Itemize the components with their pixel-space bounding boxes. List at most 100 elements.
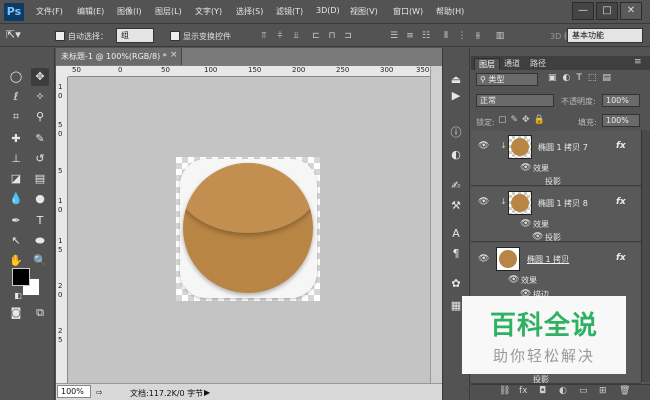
document-tab[interactable]: 未标题-1 @ 100%(RGB/8) * bbox=[56, 48, 182, 65]
visibility-eye-icon[interactable]: 👁 bbox=[478, 197, 489, 207]
fx-icon[interactable]: fx bbox=[616, 141, 626, 151]
layer-name[interactable]: 椭圆 1 拷贝 bbox=[527, 254, 569, 265]
foreground-color-swatch[interactable] bbox=[12, 268, 30, 286]
new-group-icon[interactable]: ▭ bbox=[579, 386, 588, 396]
align-right-icon[interactable]: ⊐ bbox=[342, 30, 354, 42]
lasso-tool-icon[interactable]: ℓ bbox=[7, 88, 25, 106]
crop-tool-icon[interactable]: ⌗ bbox=[7, 108, 25, 126]
fx-icon[interactable]: fx bbox=[616, 197, 626, 207]
status-arrow-icon[interactable]: ▶ bbox=[204, 388, 210, 397]
brush-tool-icon[interactable]: ✎ bbox=[31, 130, 49, 148]
fill-input[interactable]: 100% bbox=[602, 114, 640, 127]
panel-menu-icon[interactable]: ≡ bbox=[634, 57, 642, 67]
link-layers-icon[interactable]: ⛓ bbox=[499, 386, 510, 396]
tab-channels[interactable]: 通道 bbox=[500, 58, 524, 70]
add-mask-icon[interactable]: ◘ bbox=[539, 386, 546, 396]
visibility-eye-icon[interactable]: 👁 bbox=[478, 254, 489, 264]
zoom-level-input[interactable]: 100% bbox=[57, 385, 91, 398]
tab-paths[interactable]: 路径 bbox=[526, 58, 550, 70]
lock-icons[interactable]: ▢✎✥🔒 bbox=[498, 115, 549, 125]
auto-align-icon[interactable]: ▥ bbox=[494, 30, 506, 42]
gradient-tool-icon[interactable]: ▤ bbox=[31, 170, 49, 188]
info-panel-icon[interactable]: ⓘ bbox=[448, 125, 464, 141]
status-menu-icon[interactable]: ⇨ bbox=[96, 388, 103, 397]
visibility-eye-icon[interactable]: 👁 bbox=[508, 275, 519, 285]
minimize-button[interactable]: — bbox=[572, 2, 594, 20]
screen-mode-icon[interactable]: ⧉ bbox=[31, 304, 49, 322]
brush-panel-icon[interactable]: ✍ bbox=[448, 178, 464, 194]
align-left-icon[interactable]: ⊏ bbox=[310, 30, 322, 42]
align-bottom-icon[interactable]: ⫫ bbox=[290, 30, 302, 42]
menu-image[interactable]: 图像(I) bbox=[117, 6, 142, 17]
type-tool-icon[interactable]: T bbox=[31, 212, 49, 230]
history-brush-tool-icon[interactable]: ↺ bbox=[31, 150, 49, 168]
menu-filter[interactable]: 滤镜(T) bbox=[276, 6, 303, 17]
tool-presets-icon[interactable]: ⚒ bbox=[448, 198, 464, 214]
new-layer-icon[interactable]: ⊞ bbox=[599, 386, 607, 396]
path-selection-tool-icon[interactable]: ↖ bbox=[7, 232, 25, 250]
auto-select-dropdown[interactable]: 组 bbox=[116, 28, 154, 43]
align-hcenter-icon[interactable]: ⊓ bbox=[326, 30, 338, 42]
blur-tool-icon[interactable]: 💧 bbox=[7, 190, 25, 208]
layer-name[interactable]: 椭圆 1 拷贝 8 bbox=[538, 198, 588, 209]
distribute-top-icon[interactable]: ☰ bbox=[388, 30, 400, 42]
restore-button[interactable]: □ bbox=[596, 2, 618, 20]
paragraph-panel-icon[interactable]: ¶ bbox=[448, 246, 464, 262]
default-colors-icon[interactable]: ◧ bbox=[9, 287, 27, 305]
ellipse-tool-icon[interactable]: ⬬ bbox=[31, 232, 49, 250]
layers-scrollbar[interactable] bbox=[641, 130, 650, 382]
distribute-right-icon[interactable]: ⫵ bbox=[472, 30, 484, 42]
pen-tool-icon[interactable]: ✒ bbox=[7, 212, 25, 230]
menu-view[interactable]: 视图(V) bbox=[350, 6, 378, 17]
menu-type[interactable]: 文字(Y) bbox=[195, 6, 222, 17]
menu-select[interactable]: 选择(S) bbox=[236, 6, 263, 17]
adjustment-layer-icon[interactable]: ◐ bbox=[559, 386, 567, 396]
eyedropper-tool-icon[interactable]: ⚲ bbox=[31, 108, 49, 126]
quick-mask-icon[interactable]: ◙ bbox=[7, 304, 25, 322]
distribute-bottom-icon[interactable]: ☷ bbox=[420, 30, 432, 42]
layer-filter-dropdown[interactable]: ⚲ 类型 bbox=[476, 73, 538, 86]
distribute-hcenter-icon[interactable]: ⋮ bbox=[456, 30, 468, 42]
healing-brush-tool-icon[interactable]: ✚ bbox=[7, 130, 25, 148]
history-panel-icon[interactable]: ⏏ bbox=[448, 72, 464, 88]
document-close-icon[interactable]: × bbox=[170, 50, 178, 60]
magic-wand-tool-icon[interactable]: ✧ bbox=[31, 88, 49, 106]
delete-layer-icon[interactable]: 🗑 bbox=[619, 386, 630, 396]
opacity-input[interactable]: 100% bbox=[602, 94, 640, 107]
close-button[interactable]: ✕ bbox=[620, 2, 642, 20]
align-top-icon[interactable]: ⫪ bbox=[258, 30, 270, 42]
tab-layers[interactable]: 图层 bbox=[474, 58, 500, 70]
eraser-tool-icon[interactable]: ◪ bbox=[7, 170, 25, 188]
blend-mode-dropdown[interactable]: 正常 bbox=[476, 94, 554, 107]
move-tool-icon[interactable]: ✥ bbox=[31, 68, 49, 86]
marquee-tool-icon[interactable]: ◯ bbox=[7, 68, 25, 86]
menu-window[interactable]: 窗口(W) bbox=[393, 6, 423, 17]
visibility-eye-icon[interactable]: 👁 bbox=[532, 232, 543, 242]
distribute-vcenter-icon[interactable]: ≡ bbox=[404, 30, 416, 42]
align-vcenter-icon[interactable]: ⫩ bbox=[274, 30, 286, 42]
auto-select-checkbox[interactable] bbox=[55, 31, 65, 41]
menu-3d[interactable]: 3D(D) bbox=[316, 6, 340, 15]
fx-icon[interactable]: fx bbox=[616, 253, 626, 263]
swatches-panel-icon[interactable]: ✿ bbox=[448, 276, 464, 292]
menu-layer[interactable]: 图层(L) bbox=[155, 6, 182, 17]
show-transform-checkbox[interactable] bbox=[170, 31, 180, 41]
move-tool-icon[interactable]: ⇱▾ bbox=[6, 28, 21, 41]
dodge-tool-icon[interactable]: ● bbox=[31, 190, 49, 208]
menu-edit[interactable]: 编辑(E) bbox=[77, 6, 104, 17]
adjustments-panel-icon[interactable]: ◐ bbox=[448, 147, 464, 163]
filter-icons[interactable]: ▣◐T⬚▤ bbox=[548, 73, 617, 83]
workspace-dropdown[interactable]: 基本功能 bbox=[567, 28, 643, 43]
character-panel-icon[interactable]: A bbox=[448, 226, 464, 242]
menu-file[interactable]: 文件(F) bbox=[36, 6, 63, 17]
actions-play-icon[interactable]: ▶ bbox=[448, 88, 464, 104]
visibility-eye-icon[interactable]: 👁 bbox=[520, 163, 531, 173]
visibility-eye-icon[interactable]: 👁 bbox=[520, 219, 531, 229]
add-style-icon[interactable]: fx bbox=[519, 386, 528, 396]
distribute-left-icon[interactable]: ⫴ bbox=[440, 30, 452, 42]
visibility-eye-icon[interactable]: 👁 bbox=[478, 141, 489, 151]
menu-help[interactable]: 帮助(H) bbox=[436, 6, 464, 17]
zoom-tool-icon[interactable]: 🔍 bbox=[31, 252, 49, 270]
clone-stamp-tool-icon[interactable]: ⊥ bbox=[7, 150, 25, 168]
canvas-vertical-scrollbar[interactable] bbox=[430, 66, 442, 383]
